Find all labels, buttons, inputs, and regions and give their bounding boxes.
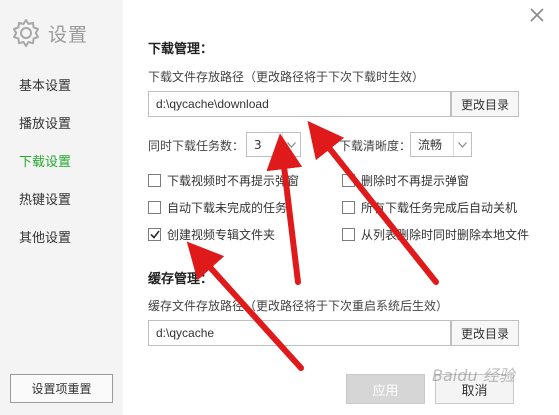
gear-icon	[13, 19, 39, 47]
sidebar-item-hotkeys[interactable]: 热键设置	[0, 182, 123, 220]
checkbox-checked[interactable]	[148, 227, 161, 241]
apply-button[interactable]: 应用	[346, 374, 425, 404]
option-auto-resume-downloads[interactable]: 自动下载未完成的任务	[148, 199, 287, 215]
sidebar-item-basic[interactable]: 基本设置	[0, 68, 123, 106]
cache-path-label: 缓存文件存放路径（更改路径将于下次重启系统后生效）	[148, 299, 449, 313]
sidebar-item-download[interactable]: 下载设置	[0, 144, 123, 182]
option-no-popup-on-delete[interactable]: 删除时不再提示弹窗	[342, 172, 469, 188]
download-path-field[interactable]: d:\qycache\download	[148, 91, 451, 117]
option-create-album-folder[interactable]: 创建视频专辑文件夹	[148, 226, 275, 242]
reset-settings-button[interactable]: 设置项重置	[10, 374, 113, 403]
change-cache-dir-button[interactable]: 更改目录	[451, 320, 519, 346]
option-shutdown-when-done[interactable]: 所有下载任务完成后自动关机	[342, 199, 517, 215]
checkbox[interactable]	[148, 200, 161, 214]
sidebar-item-playback[interactable]: 播放设置	[0, 106, 123, 144]
sidebar-item-other[interactable]: 其他设置	[0, 220, 123, 258]
checkbox[interactable]	[148, 173, 161, 187]
download-quality-label: 下载清晰度：	[339, 139, 412, 153]
watermark: Baidu 经验	[432, 366, 515, 385]
change-download-dir-button[interactable]: 更改目录	[451, 91, 519, 117]
option-label: 自动下载未完成的任务	[167, 200, 288, 215]
cache-path-field[interactable]: d:\qycache	[148, 320, 451, 346]
download-quality-value: 流畅	[418, 138, 443, 152]
concurrent-tasks-select[interactable]: 3	[246, 132, 301, 157]
chevron-down-icon	[453, 133, 471, 156]
concurrent-tasks-label: 同时下载任务数：	[148, 139, 245, 153]
download-path-label: 下载文件存放路径（更改路径将于下次下载时生效）	[148, 70, 425, 84]
settings-brand: 设置	[10, 16, 88, 50]
option-label: 删除时不再提示弹窗	[361, 173, 470, 188]
option-label: 从列表删除时同时删除本地文件	[361, 227, 530, 242]
close-button[interactable]	[526, 4, 548, 26]
download-section-title: 下载管理：	[148, 42, 214, 57]
settings-title: 设置	[48, 23, 89, 46]
cache-section-title: 缓存管理：	[148, 272, 214, 287]
option-label: 下载视频时不再提示弹窗	[167, 173, 300, 188]
checkmark-icon	[149, 230, 160, 239]
checkbox[interactable]	[342, 173, 355, 187]
option-no-popup-on-download[interactable]: 下载视频时不再提示弹窗	[148, 172, 299, 188]
checkbox[interactable]	[342, 200, 355, 214]
option-label: 创建视频专辑文件夹	[167, 227, 276, 242]
settings-nav: 基本设置 播放设置 下载设置 热键设置 其他设置	[0, 68, 123, 258]
option-label: 所有下载任务完成后自动关机	[361, 200, 518, 215]
download-settings-panel: 下载管理： 下载文件存放路径（更改路径将于下次下载时生效） d:\qycache…	[123, 0, 559, 415]
option-delete-local-files[interactable]: 从列表删除时同时删除本地文件	[342, 226, 529, 242]
download-quality-select[interactable]: 流畅	[410, 132, 472, 157]
concurrent-tasks-value: 3	[254, 137, 262, 152]
sidebar: 设置 基本设置 播放设置 下载设置 热键设置 其他设置 设置项重置	[0, 0, 123, 415]
close-icon	[530, 8, 544, 22]
checkbox[interactable]	[342, 227, 355, 241]
chevron-down-icon	[282, 133, 300, 156]
